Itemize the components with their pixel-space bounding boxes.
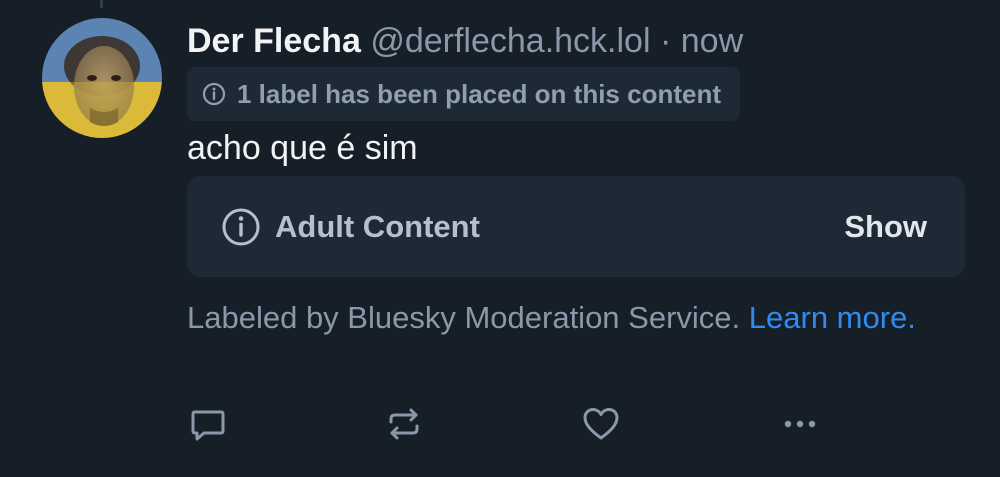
post-timestamp[interactable]: now [681, 22, 743, 60]
repost-button[interactable] [383, 405, 425, 447]
speech-bubble-icon [189, 405, 227, 448]
content-warning-card[interactable]: Adult Content Show [187, 176, 965, 277]
info-icon [221, 207, 261, 247]
post-action-bar [187, 405, 967, 447]
moderation-notice-text: Labeled by Bluesky Moderation Service. [187, 300, 741, 335]
label-notice-pill[interactable]: 1 label has been placed on this content [187, 67, 740, 121]
author-handle[interactable]: @derflecha.hck.lol [370, 22, 650, 60]
reply-button[interactable] [187, 405, 229, 447]
post-meta: Der Flecha @derflecha.hck.lol · now [187, 20, 743, 62]
heart-icon [582, 405, 620, 448]
avatar[interactable] [42, 18, 162, 138]
thread-connector-line [100, 0, 103, 8]
avatar-photo [42, 18, 162, 138]
ellipsis-icon [779, 403, 821, 450]
like-button[interactable] [580, 405, 622, 447]
content-warning-title: Adult Content [275, 208, 480, 244]
meta-separator: · [659, 22, 672, 60]
label-notice-text: 1 label has been placed on this content [237, 78, 721, 109]
learn-more-link[interactable]: Learn more. [749, 300, 916, 335]
moderation-notice: Labeled by Bluesky Moderation Service. L… [187, 297, 947, 339]
info-icon [202, 82, 226, 106]
content-warning-label: Adult Content [221, 207, 480, 247]
show-content-button[interactable]: Show [844, 209, 927, 245]
more-options-button[interactable] [779, 405, 821, 447]
post-text: acho que é sim [187, 129, 418, 167]
repost-arrows-icon [385, 405, 423, 448]
author-display-name[interactable]: Der Flecha [187, 22, 361, 60]
